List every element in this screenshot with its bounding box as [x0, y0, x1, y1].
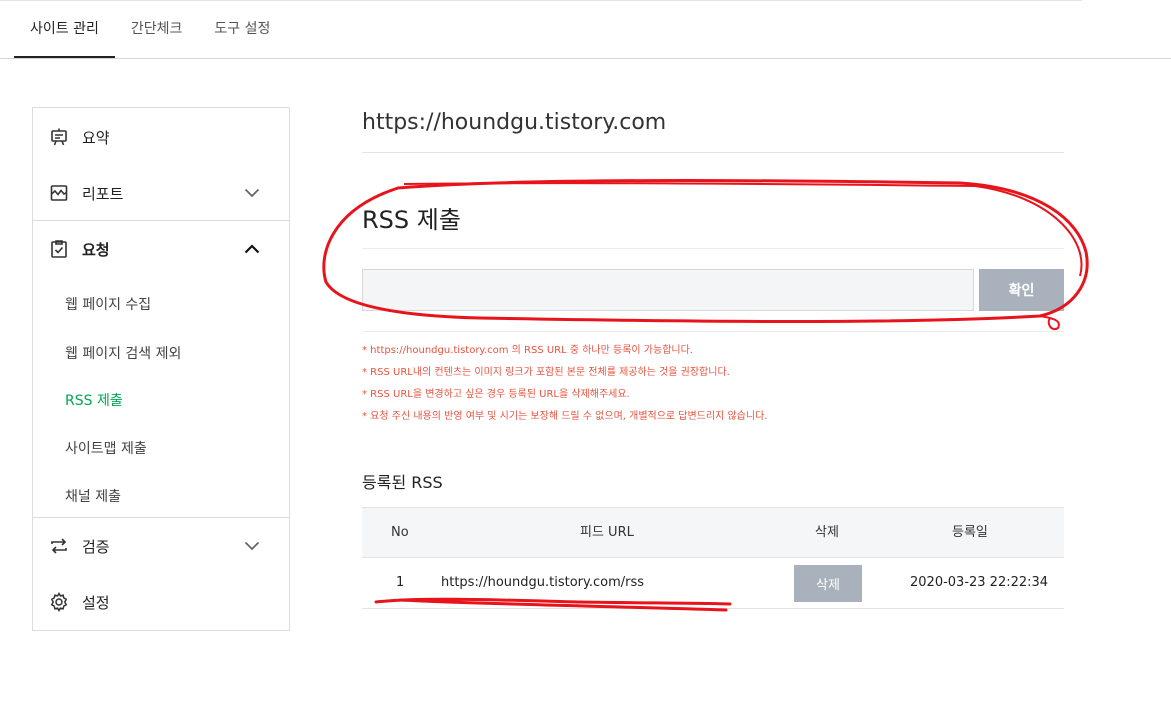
sidebar-item-label: 요청: [82, 240, 110, 259]
divider: [362, 248, 1064, 249]
chevron-down-icon[interactable]: [243, 184, 261, 202]
sidebar-item-request[interactable]: 요청: [33, 221, 289, 277]
sidebar-item-label: 검증: [82, 537, 110, 556]
chevron-up-icon[interactable]: [243, 240, 261, 258]
registered-rss-title: 등록된 RSS: [362, 473, 443, 492]
header-date: 등록일: [952, 525, 988, 540]
confirm-button[interactable]: 확인: [979, 269, 1064, 311]
clipboard-check-icon: [49, 239, 69, 259]
swap-arrows-icon: [49, 536, 69, 556]
sidebar-item-label: 설정: [82, 593, 110, 612]
sidebar-subitem-exclude[interactable]: 웹 페이지 검색 제외: [65, 343, 181, 363]
sidebar-item-summary[interactable]: 요약: [33, 109, 289, 165]
chevron-down-icon[interactable]: [243, 537, 261, 555]
sidebar-subitem-rss[interactable]: RSS 제출: [65, 390, 123, 410]
tab-site-management[interactable]: 사이트 관리: [14, 0, 115, 58]
tab-tool-settings[interactable]: 도구 설정: [198, 0, 286, 58]
note-line: * https://houndgu.tistory.com 의 RSS URL …: [362, 345, 693, 356]
rss-notes: * https://houndgu.tistory.com 의 RSS URL …: [362, 343, 767, 431]
site-url-title: https://houndgu.tistory.com: [362, 110, 667, 135]
sidebar-subitem-crawl[interactable]: 웹 페이지 수집: [65, 294, 151, 314]
note-line: * RSS URL을 변경하고 싶은 경우 등록된 URL을 삭제해주세요.: [362, 389, 630, 400]
note-line: * RSS URL내의 컨텐츠는 이미지 링크가 포함된 본문 전체를 제공하는…: [362, 367, 730, 378]
gear-icon: [49, 592, 69, 612]
row-date: 2020-03-23 22:22:34: [910, 575, 1049, 590]
registered-rss-table: No 피드 URL 삭제 등록일 1 https://houndgu.tisto…: [362, 507, 1064, 609]
divider: [362, 152, 1064, 153]
sidebar-item-verify[interactable]: 검증: [33, 518, 289, 574]
sidebar-item-settings[interactable]: 설정: [33, 574, 289, 630]
row-no: 1: [396, 575, 405, 590]
tab-quick-check[interactable]: 간단체크: [115, 0, 199, 58]
delete-button[interactable]: 삭제: [794, 565, 862, 602]
row-feed-url: https://houndgu.tistory.com/rss: [441, 575, 645, 590]
sidebar-subitem-channel[interactable]: 채널 제출: [65, 486, 121, 506]
tabs-divider: [0, 58, 1171, 59]
sidebar-item-report[interactable]: 리포트: [33, 165, 289, 221]
report-chart-icon: [49, 183, 69, 203]
header-feed-url: 피드 URL: [580, 525, 634, 540]
note-line: * 요청 주신 내용의 반영 여부 및 시기는 보장해 드릴 수 없으며, 개별…: [362, 411, 768, 422]
table-header: No 피드 URL 삭제 등록일: [362, 507, 1064, 558]
sidebar-subitem-sitemap[interactable]: 사이트맵 제출: [65, 438, 147, 458]
sidebar-item-label: 리포트: [82, 184, 124, 203]
divider: [362, 331, 1064, 332]
rss-section-title: RSS 제출: [362, 206, 461, 234]
rss-url-input[interactable]: [362, 269, 974, 311]
header-no: No: [391, 525, 409, 540]
sidebar-item-label: 요약: [82, 128, 110, 147]
summary-icon: [49, 127, 69, 147]
top-tabs: 사이트 관리 간단체크 도구 설정: [14, 0, 286, 58]
table-row: 1 https://houndgu.tistory.com/rss 삭제 202…: [362, 558, 1064, 609]
header-delete: 삭제: [815, 525, 839, 540]
sidebar: 요약 리포트 요청 웹 페이지 수집 웹 페이지 검색 제외 RSS 제출 사이…: [32, 107, 290, 631]
